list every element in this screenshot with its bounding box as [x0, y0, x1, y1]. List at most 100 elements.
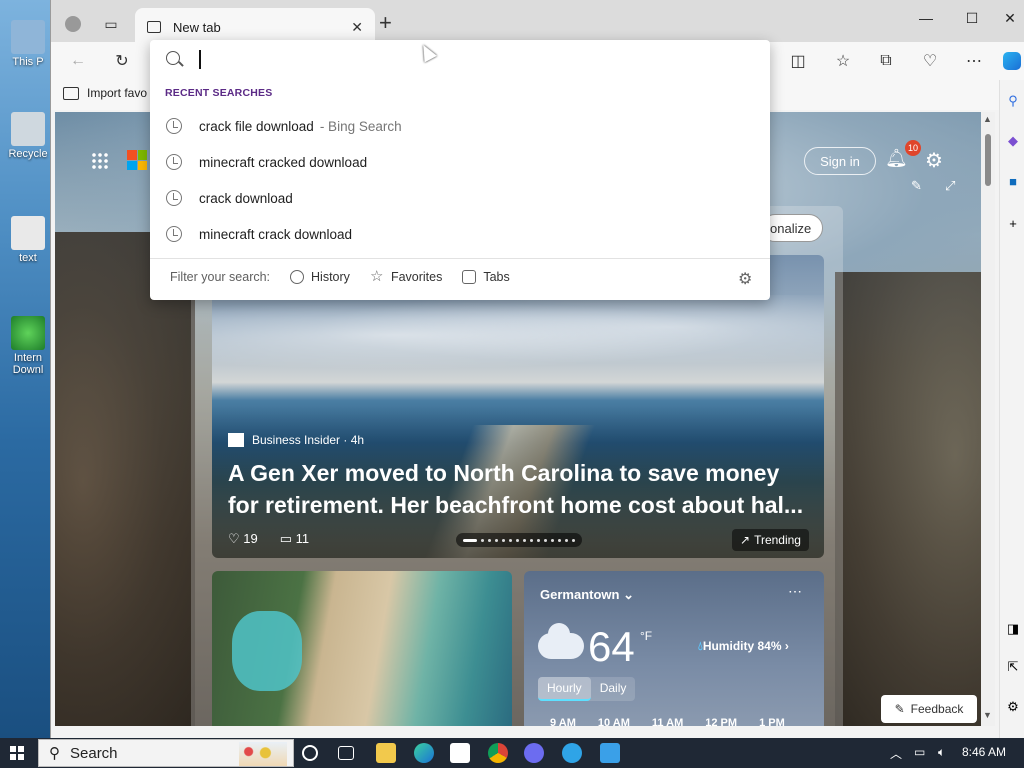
desktop-icon-idm[interactable]: Intern Downl [4, 316, 52, 376]
network-icon[interactable]: ▭ [914, 745, 925, 759]
hide-sidebar-icon[interactable]: ◨ [1004, 620, 1022, 638]
chrome-icon[interactable] [488, 743, 508, 763]
store-icon[interactable] [450, 743, 470, 763]
humidity[interactable]: 💧︎Humidity 84% › [698, 639, 789, 654]
history-icon [166, 190, 182, 206]
taskbar-search[interactable]: ⚲ Search [38, 739, 294, 767]
hero-news-card[interactable]: Business Insider · 4h A Gen Xer moved to… [212, 255, 824, 558]
sidebar-settings-icon[interactable]: ⚙ [1004, 698, 1022, 716]
import-favorites-button[interactable]: Import favo [63, 86, 147, 100]
media-app-icon[interactable] [524, 743, 544, 763]
filter-favorites[interactable]: ☆ Favorites [369, 268, 442, 285]
search-settings-icon[interactable]: ⚙ [738, 269, 752, 289]
news-headline[interactable]: A Gen Xer moved to North Carolina to sav… [228, 457, 812, 521]
notifications-icon[interactable]: 🔔︎ [885, 148, 908, 172]
filter-history[interactable]: History [290, 270, 350, 284]
hour-label: 10 AM [597, 717, 630, 726]
feedback-button[interactable]: ✎ Feedback [881, 695, 977, 723]
favorites-button[interactable]: ☆ [830, 49, 856, 73]
comment-button[interactable]: ▭ 11 [280, 531, 309, 547]
like-button[interactable]: ♡ 19 [228, 531, 258, 547]
microsoft-logo [127, 150, 147, 170]
close-window-button[interactable]: ✕ [987, 6, 1024, 30]
cortana-icon[interactable] [302, 745, 318, 761]
desktop-icon-label: Intern Downl [12, 352, 44, 376]
recent-search-text: crack file download [199, 118, 314, 134]
tabs-icon [462, 270, 477, 284]
comment-count: 11 [295, 531, 310, 546]
scrollbar-thumb[interactable] [985, 134, 991, 186]
address-bar-dropdown: RECENT SEARCHES crack file download - Bin… [150, 40, 770, 300]
resort-photo-card[interactable] [212, 571, 512, 726]
more-menu-button[interactable]: ⋯ [961, 49, 987, 73]
internet-explorer-icon[interactable] [562, 743, 582, 763]
weather-card[interactable]: Germantown ⌄ ⋯ 64 °F 💧︎Humidity 84% › Ho… [524, 571, 824, 726]
copilot-sidebar-icon[interactable]: ◆ [1004, 132, 1022, 150]
taskbar-clock[interactable]: 8:46 AM [962, 745, 1006, 759]
import-favorites-label: Import favo [87, 86, 148, 100]
scroll-up-icon[interactable]: ▲ [983, 114, 992, 124]
desktop-icon-label: Recycle [8, 148, 48, 160]
desktop-icon-this-pc[interactable]: This P [4, 20, 52, 68]
sign-in-button[interactable]: Sign in [804, 147, 876, 175]
recent-search-item[interactable]: crack file download - Bing Search [150, 109, 770, 143]
personalize-button[interactable]: onalize [761, 214, 823, 242]
task-view-icon[interactable] [338, 746, 354, 760]
desktop-icon-recycle-bin[interactable]: Recycle [4, 112, 52, 160]
volume-muted-icon[interactable]: 🔈︎ [938, 745, 945, 760]
expand-icon[interactable]: ⤢ [945, 178, 955, 194]
history-icon [290, 270, 305, 284]
recent-search-item[interactable]: crack download [150, 181, 770, 215]
trending-badge: ↗ Trending [732, 529, 809, 551]
page-settings-icon[interactable]: ⚙ [925, 148, 943, 173]
page-scrollbar[interactable]: ▲ ▼ [981, 112, 995, 726]
close-tab-icon[interactable]: ✕ [351, 19, 363, 36]
open-external-icon[interactable]: ⇱ [1004, 658, 1022, 676]
address-bar[interactable] [150, 40, 770, 80]
weather-location[interactable]: Germantown ⌄ [540, 587, 634, 603]
search-sidebar-icon[interactable]: ⚲ [1004, 92, 1022, 110]
filter-tabs[interactable]: Tabs [462, 270, 510, 284]
edge-icon[interactable] [414, 743, 434, 763]
history-icon [166, 226, 182, 242]
like-count: 19 [243, 531, 258, 546]
news-source: Business Insider · 4h [228, 433, 364, 447]
text-caret [199, 50, 201, 69]
app-launcher-icon[interactable] [91, 152, 109, 170]
show-hidden-icons[interactable]: ︿ [890, 745, 902, 762]
add-sidebar-app-icon[interactable]: + [1004, 214, 1022, 232]
file-explorer-icon[interactable] [376, 743, 396, 763]
scroll-down-icon[interactable]: ▼ [983, 710, 992, 720]
remote-desktop-icon[interactable] [600, 743, 620, 763]
outlook-icon[interactable]: ■ [1004, 172, 1022, 190]
edit-background-icon[interactable]: ✎ [911, 178, 922, 194]
temperature-unit: °F [640, 629, 653, 643]
weather-tabs: Hourly Daily [538, 677, 636, 701]
recent-search-item[interactable]: minecraft cracked download [150, 145, 770, 179]
tab-hourly[interactable]: Hourly [538, 677, 591, 701]
desktop-icon-text[interactable]: text [4, 216, 52, 264]
back-button[interactable]: ← [65, 49, 91, 73]
edge-sidebar: ⚲ ◆ ■ + ◨ ⇱ ⚙ [999, 80, 1024, 738]
profile-icon[interactable] [61, 12, 85, 36]
browser-essentials-button[interactable]: ♡ [917, 49, 943, 73]
weather-more-icon[interactable]: ⋯ [788, 583, 802, 600]
recent-search-item[interactable]: minecraft crack download [150, 217, 770, 251]
tab-daily[interactable]: Daily [591, 677, 636, 701]
collections-button[interactable]: ⧉ [873, 49, 899, 73]
new-tab-button[interactable]: + [379, 12, 392, 34]
minimize-button[interactable]: — [903, 6, 949, 30]
copilot-button[interactable] [999, 49, 1024, 73]
start-button[interactable] [10, 746, 24, 760]
tab-actions-icon[interactable]: ▭ [99, 12, 123, 36]
trending-icon: ↗ [740, 533, 751, 547]
star-icon: ☆ [369, 268, 384, 285]
carousel-dots[interactable] [456, 533, 582, 547]
hour-label: 9 AM [550, 717, 576, 726]
desktop-icon-label: text [19, 252, 37, 264]
split-screen-button[interactable]: ◫ [785, 49, 811, 73]
news-source-label: Business Insider · 4h [252, 433, 365, 447]
refresh-button[interactable]: ↻ [109, 49, 135, 73]
dropdown-divider [150, 258, 770, 259]
filter-tabs-label: Tabs [483, 270, 510, 284]
